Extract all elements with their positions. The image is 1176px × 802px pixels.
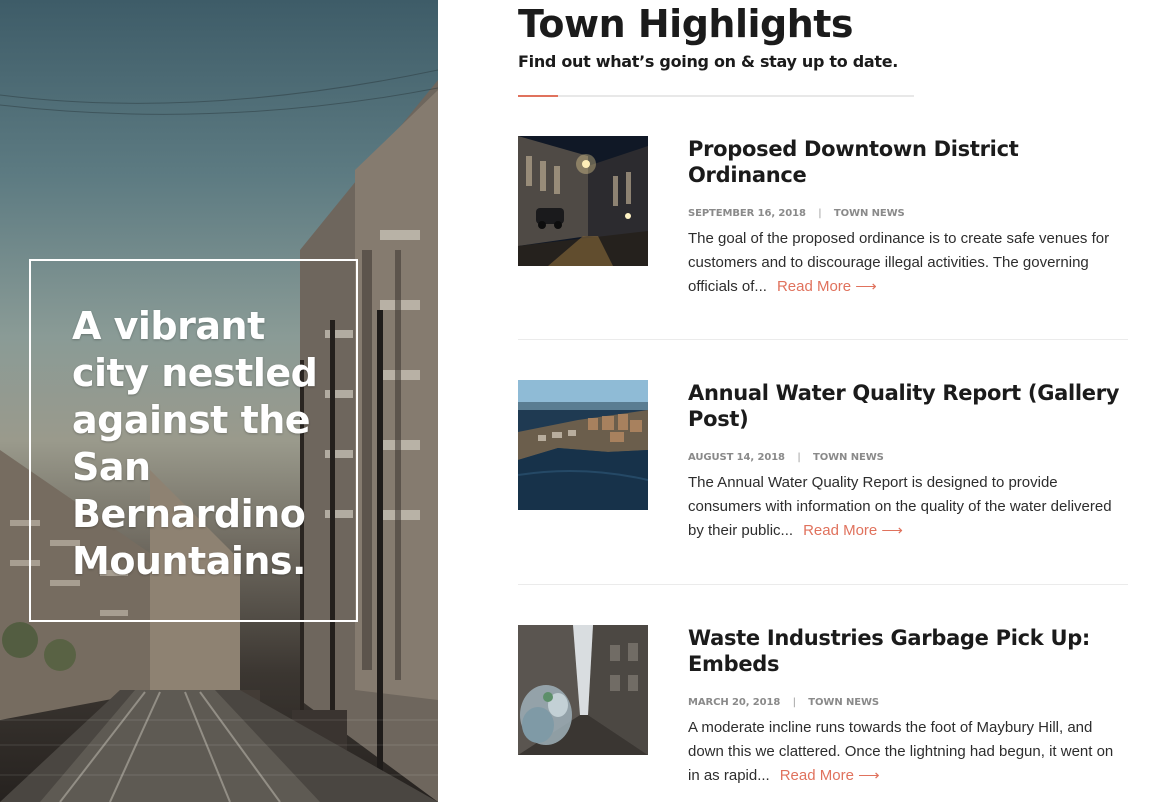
post-excerpt: The Annual Water Quality Report is desig…: [688, 471, 1128, 543]
post-excerpt: A moderate incline runs towards the foot…: [688, 716, 1128, 788]
page-subtitle: Find out what’s going on & stay up to da…: [518, 52, 899, 71]
post-meta: SEPTEMBER 16, 2018 | TOWN NEWS: [688, 208, 905, 219]
hero-tagline: A vibrant city nestled against the San B…: [72, 304, 318, 583]
hero-panel: A vibrant city nestled against the San B…: [0, 0, 438, 802]
post-date: SEPTEMBER 16, 2018: [688, 208, 806, 219]
meta-separator: |: [792, 697, 796, 708]
alley-garbage-thumbnail-image: [518, 625, 648, 755]
post-title[interactable]: Annual Water Quality Report (Gallery Pos…: [688, 380, 1128, 432]
post-excerpt-text: A moderate incline runs towards the foot…: [688, 719, 1114, 784]
post-title[interactable]: Waste Industries Garbage Pick Up: Embeds: [688, 625, 1128, 677]
post-meta: AUGUST 14, 2018 | TOWN NEWS: [688, 452, 884, 463]
post-title[interactable]: Proposed Downtown District Ordinance: [688, 136, 1128, 188]
post-card: Annual Water Quality Report (Gallery Pos…: [518, 380, 1128, 584]
hero-tagline-frame: A vibrant city nestled against the San B…: [29, 259, 358, 622]
title-divider-accent: [518, 95, 558, 97]
post-thumbnail-link[interactable]: [518, 380, 648, 510]
post-category-link[interactable]: TOWN NEWS: [813, 452, 884, 463]
post-card: Waste Industries Garbage Pick Up: Embeds…: [518, 625, 1128, 802]
post-meta: MARCH 20, 2018 | TOWN NEWS: [688, 697, 879, 708]
post-thumbnail-link[interactable]: [518, 625, 648, 755]
page-title: Town Highlights: [518, 2, 854, 46]
post-date: MARCH 20, 2018: [688, 697, 781, 708]
post-divider: [518, 339, 1128, 340]
post-card: Proposed Downtown District Ordinance SEP…: [518, 136, 1128, 340]
night-street-thumbnail-image: [518, 136, 648, 266]
read-more-link[interactable]: Read More ⟶: [780, 767, 880, 784]
meta-separator: |: [797, 452, 801, 463]
highlights-section: Town Highlights Find out what’s going on…: [518, 0, 1128, 802]
post-thumbnail-link[interactable]: [518, 136, 648, 266]
post-date: AUGUST 14, 2018: [688, 452, 785, 463]
post-category-link[interactable]: TOWN NEWS: [834, 208, 905, 219]
title-divider: [518, 95, 914, 97]
post-excerpt-text: The goal of the proposed ordinance is to…: [688, 230, 1110, 295]
meta-separator: |: [818, 208, 822, 219]
post-divider: [518, 584, 1128, 585]
read-more-link[interactable]: Read More ⟶: [777, 278, 877, 295]
post-excerpt: The goal of the proposed ordinance is to…: [688, 227, 1128, 299]
post-category-link[interactable]: TOWN NEWS: [808, 697, 879, 708]
harbor-aerial-thumbnail-image: [518, 380, 648, 510]
read-more-link[interactable]: Read More ⟶: [803, 522, 903, 539]
